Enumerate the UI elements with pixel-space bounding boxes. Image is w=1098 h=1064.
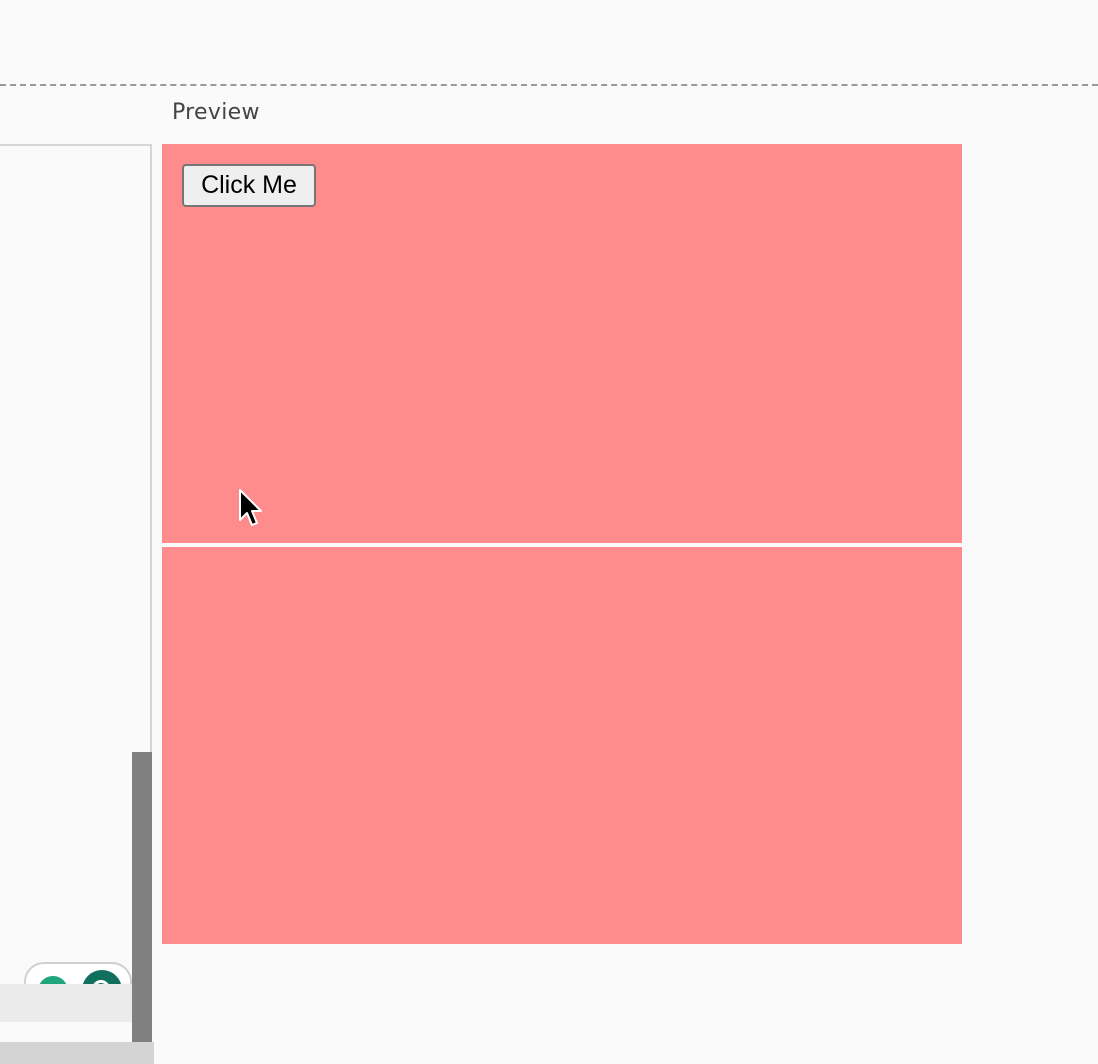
editor-pane[interactable] <box>0 144 152 1064</box>
editor-scrollbar[interactable] <box>132 752 152 1042</box>
preview-label: Preview <box>172 100 260 125</box>
horizontal-scrollbar[interactable] <box>0 1042 154 1064</box>
preview-block-bottom <box>162 547 962 944</box>
preview-frame: Click Me <box>162 144 962 944</box>
click-me-button[interactable]: Click Me <box>182 164 316 207</box>
mouse-pointer-icon <box>239 489 262 526</box>
preview-block-top: Click Me <box>162 144 962 543</box>
page: Preview Click Me <box>0 0 1098 1064</box>
top-divider <box>0 84 1098 86</box>
status-strip <box>0 984 132 1022</box>
